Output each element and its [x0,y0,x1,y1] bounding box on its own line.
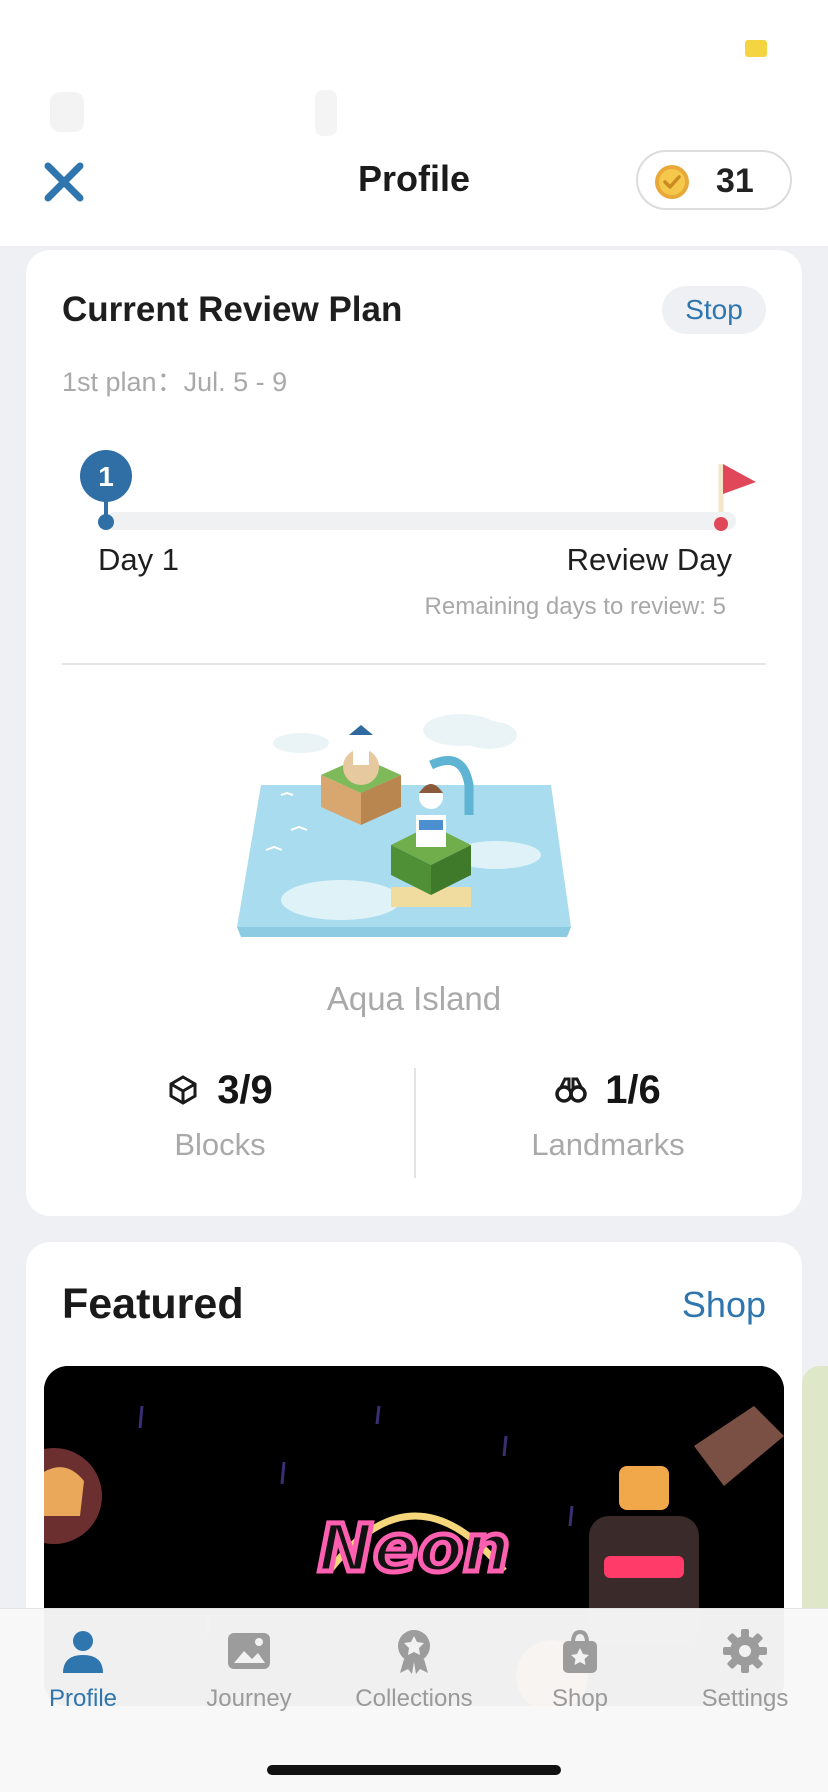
profile-screen: Profile 31 Current Review Plan Stop 1st … [0,0,828,1792]
block-icon [169,1075,197,1105]
tab-collections-label: Collections [355,1685,473,1712]
tab-collections[interactable]: Collections [331,1627,497,1713]
island-name: Aqua Island [326,980,502,1017]
header: Profile 31 [0,0,828,246]
review-plan-card: Current Review Plan Stop 1st plan：Jul. 5… [26,250,802,1216]
progress-track [106,512,736,530]
tab-journey-label: Journey [206,1685,292,1712]
person-icon [63,1631,103,1673]
coin-icon [655,165,689,199]
banner-title: Neon [318,1510,510,1587]
tab-shop[interactable]: Shop [497,1627,663,1713]
tab-settings-label: Settings [701,1685,789,1712]
tab-profile[interactable]: Profile [0,1627,166,1713]
tab-shop-label: Shop [551,1685,609,1712]
plan-title: Current Review Plan [62,290,403,329]
tab-profile-label: Profile [48,1685,118,1712]
tab-journey[interactable]: Journey [166,1627,332,1713]
current-day-number: 1 [98,461,114,492]
plan-dates: 1st plan：Jul. 5 - 9 [62,367,288,397]
review-day-flag-icon [714,464,756,531]
blocks-stat: 3/9 Blocks [26,1065,414,1163]
status-chip [745,40,767,57]
blocks-label: Blocks [174,1127,266,1162]
home-indicator[interactable] [267,1765,561,1775]
stop-button[interactable]: Stop [662,286,766,334]
binoculars-icon [555,1077,587,1103]
faded-background-shape [315,90,337,136]
faded-background-shape [50,92,84,132]
remaining-days-text: Remaining days to review: 5 [424,593,726,620]
island-illustration [237,714,571,937]
landmarks-label: Landmarks [531,1127,685,1162]
image-icon [228,1633,270,1669]
shopping-bag-icon [563,1629,597,1673]
coin-balance[interactable]: 31 [636,150,792,210]
review-day-label: Review Day [566,542,732,577]
badge-icon [398,1630,430,1674]
featured-title: Featured [62,1280,244,1328]
tab-settings[interactable]: Settings [662,1627,828,1713]
blocks-value: 3/9 [217,1067,273,1112]
landmarks-value: 1/6 [605,1067,661,1112]
current-day-marker: 1 [80,450,132,530]
gear-icon [723,1629,767,1673]
landmarks-stat: 1/6 Landmarks [414,1065,802,1163]
coin-count: 31 [716,162,754,200]
divider [62,663,766,665]
shop-link[interactable]: Shop [682,1284,766,1326]
start-day-label: Day 1 [98,542,179,577]
